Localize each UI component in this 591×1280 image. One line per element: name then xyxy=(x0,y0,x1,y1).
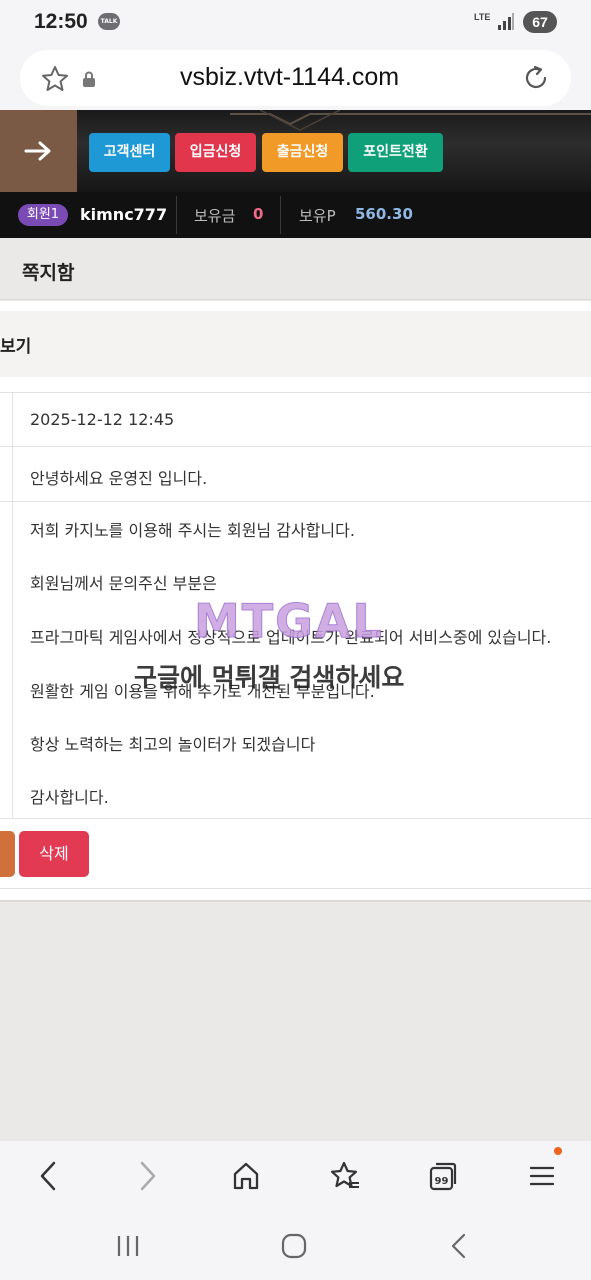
battery-indicator: 67 xyxy=(523,11,557,33)
support-button[interactable]: 고객센터 xyxy=(89,133,170,172)
forward-icon[interactable] xyxy=(136,1159,160,1193)
divider xyxy=(280,196,281,234)
status-time: 12:50 xyxy=(34,10,88,33)
browser-toolbar: vsbiz.vtvt-1144.com xyxy=(0,46,591,110)
notification-dot xyxy=(554,1147,562,1155)
page-title: 쪽지함 xyxy=(22,262,75,284)
message-body-line: 회원님께서 문의주신 부분은 xyxy=(30,574,217,593)
message-date-row: 2025-12-12 12:45 xyxy=(0,392,591,446)
point-value: 560.30 xyxy=(355,205,413,223)
tabs-count: 99 xyxy=(435,1176,449,1187)
talk-icon: TALK xyxy=(98,13,120,30)
list-button[interactable] xyxy=(0,831,15,877)
divider xyxy=(176,196,177,234)
money-value: 0 xyxy=(253,205,264,223)
message-body-line: 감사합니다. xyxy=(30,788,109,807)
reload-icon[interactable] xyxy=(522,64,550,92)
arrow-right-icon xyxy=(24,141,51,161)
home-button-icon[interactable] xyxy=(280,1232,308,1260)
divider xyxy=(0,888,591,889)
point-label: 보유P xyxy=(299,207,336,225)
money-label: 보유금 xyxy=(194,207,236,225)
message-subject: 안녕하세요 운영진 입니다. xyxy=(30,469,208,488)
member-username: kimnc777 xyxy=(80,205,168,224)
watermark-text: 구글에 먹튀갤 검색하세요 xyxy=(134,663,405,692)
home-icon[interactable] xyxy=(232,1159,260,1193)
system-back-icon[interactable] xyxy=(447,1232,471,1260)
tabs-icon[interactable]: 99 xyxy=(428,1159,458,1193)
site-header: 고객센터 입금신청 출금신청 포인트전환 xyxy=(0,110,591,192)
message-subject-row: 안녕하세요 운영진 입니다. xyxy=(0,446,591,501)
address-bar[interactable]: vsbiz.vtvt-1144.com xyxy=(20,50,571,106)
withdraw-request-button[interactable]: 출금신청 xyxy=(262,133,343,172)
back-icon[interactable] xyxy=(36,1159,60,1193)
recent-apps-icon[interactable] xyxy=(115,1232,141,1260)
message-body-line: 저희 카지노를 이용해 주시는 회원님 감사합니다. xyxy=(30,521,355,540)
message-body-line: 항상 노력하는 최고의 놀이터가 되겠습니다 xyxy=(30,735,316,754)
menu-icon[interactable] xyxy=(528,1159,556,1193)
watermark-logo: MTGAL xyxy=(194,594,384,649)
deposit-request-button[interactable]: 입금신청 xyxy=(175,133,256,172)
menu-toggle-button[interactable] xyxy=(0,110,77,192)
message-date: 2025-12-12 12:45 xyxy=(30,410,175,429)
status-bar: 12:50 TALK LTE 67 xyxy=(0,0,591,46)
signal-icon xyxy=(498,13,514,30)
lte-indicator: LTE xyxy=(474,12,491,22)
member-level-badge: 회원1 xyxy=(18,204,68,226)
section-title: 보기 xyxy=(0,337,32,357)
member-info-bar: 회원1 kimnc777 보유금 0 보유P 560.30 xyxy=(0,192,591,238)
browser-bottom-bar: 99 xyxy=(0,1141,591,1213)
bookmark-star-icon[interactable] xyxy=(329,1159,361,1193)
point-convert-button[interactable]: 포인트전환 xyxy=(348,133,443,172)
bookmark-star-icon[interactable] xyxy=(40,64,70,94)
page-title-bar: 쪽지함 xyxy=(0,238,591,300)
section-header: 보기 xyxy=(0,311,591,377)
delete-button[interactable]: 삭제 xyxy=(19,831,89,877)
url-text[interactable]: vsbiz.vtvt-1144.com xyxy=(180,63,399,92)
lock-icon xyxy=(83,71,95,87)
system-navigation-bar xyxy=(0,1213,591,1280)
